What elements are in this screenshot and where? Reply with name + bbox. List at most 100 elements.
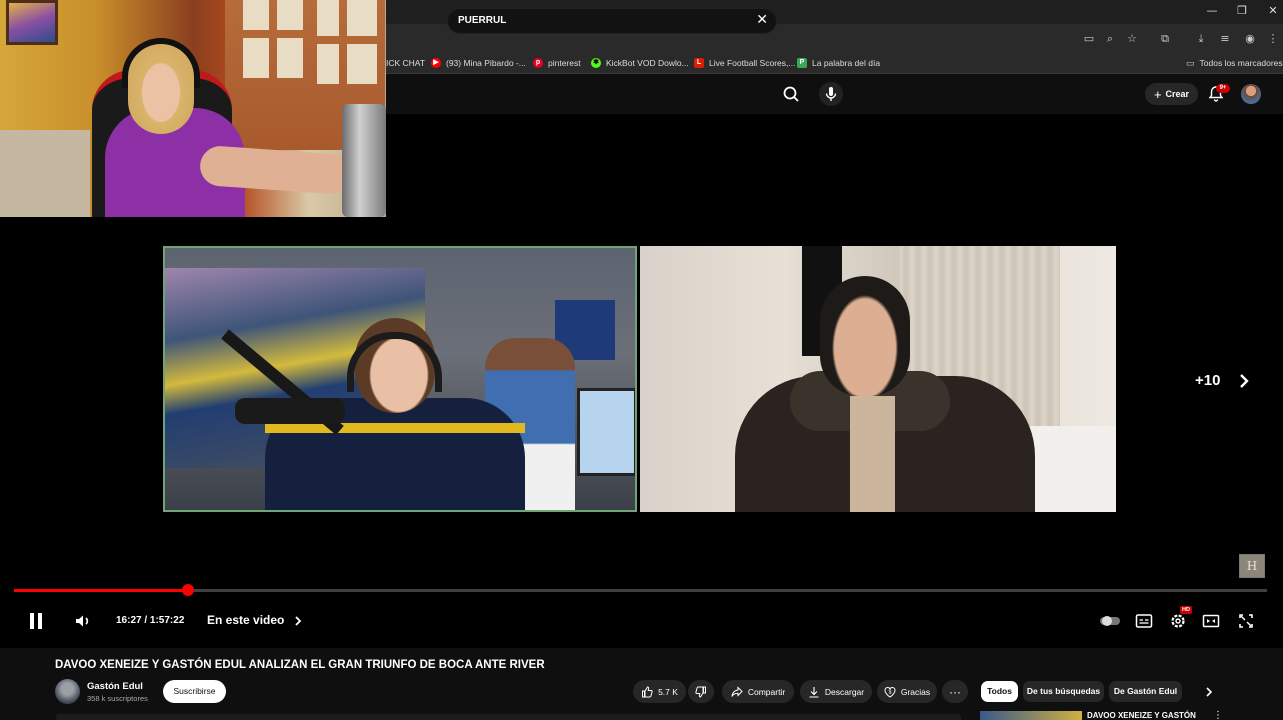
shelf bbox=[0, 130, 90, 217]
search-input[interactable]: PUERRUL ✕ bbox=[447, 8, 777, 34]
download-label: Descargar bbox=[824, 686, 865, 697]
clear-search-icon[interactable]: ✕ bbox=[756, 12, 768, 28]
framed-jersey bbox=[577, 388, 635, 476]
chevron-right-icon[interactable] bbox=[1201, 682, 1217, 702]
progress-bar[interactable] bbox=[14, 589, 1267, 592]
time-display: 16:27 / 1:57:22 bbox=[116, 615, 185, 626]
super-thanks-icon: $ bbox=[884, 686, 896, 698]
folder-icon: ▭ bbox=[1186, 57, 1195, 68]
livescore-icon: L bbox=[694, 58, 704, 68]
like-count: 5.7 K bbox=[658, 686, 678, 697]
microphone bbox=[235, 398, 345, 424]
chevron-right-icon[interactable] bbox=[291, 611, 305, 631]
account-avatar[interactable] bbox=[1241, 84, 1261, 104]
channel-watermark-logo: H bbox=[1239, 554, 1265, 578]
create-label: Crear bbox=[1165, 89, 1190, 99]
share-button[interactable]: Compartir bbox=[722, 680, 794, 703]
shirt bbox=[850, 396, 895, 512]
autoplay-toggle[interactable] bbox=[1099, 611, 1121, 631]
notifications-badge: 9+ bbox=[1216, 84, 1230, 93]
chip-from-channel[interactable]: De Gastón Edul bbox=[1109, 681, 1182, 702]
wall-painting bbox=[6, 0, 58, 45]
bookmark-item[interactable]: L Live Football Scores,... bbox=[694, 56, 795, 70]
channel-name[interactable]: Gastón Edul bbox=[87, 681, 143, 692]
extensions-icon[interactable]: ⧉ bbox=[1157, 31, 1173, 47]
hd-badge: HD bbox=[1180, 606, 1192, 614]
more-participants-count: +10 bbox=[1195, 372, 1221, 389]
create-button[interactable]: + Crear bbox=[1145, 83, 1198, 105]
person-right-head bbox=[820, 276, 910, 396]
settings-gear-icon[interactable] bbox=[1169, 611, 1187, 631]
chapters-button[interactable]: En este video bbox=[207, 613, 284, 627]
close-window-icon[interactable]: ✕ bbox=[1261, 3, 1283, 19]
bookmark-star-icon[interactable]: ☆ bbox=[1124, 31, 1140, 47]
headset bbox=[122, 38, 200, 88]
download-button[interactable]: Descargar bbox=[800, 680, 872, 703]
minimize-icon[interactable]: — bbox=[1200, 3, 1224, 19]
call-panel-right bbox=[640, 246, 1116, 512]
pause-icon[interactable] bbox=[26, 611, 46, 631]
thanks-label: Gracias bbox=[900, 686, 931, 697]
kickbot-icon: ✱ bbox=[591, 58, 601, 68]
bookmark-label: pinterest bbox=[548, 58, 581, 68]
chapters-label: En este video bbox=[207, 613, 285, 627]
bookmark-label: KickBot VOD Dowlo... bbox=[606, 58, 689, 68]
progress-scrubber[interactable] bbox=[182, 584, 194, 596]
recommended-title[interactable]: DAVOO XENEIZE Y GASTÓN bbox=[1087, 711, 1196, 720]
video-title: DAVOO XENEIZE Y GASTÓN EDUL ANALIZAN EL … bbox=[55, 659, 545, 671]
browser-menu-icon[interactable]: ⋮ bbox=[1265, 31, 1281, 47]
microphone-icon[interactable] bbox=[819, 82, 843, 106]
bookmark-label: La palabra del día bbox=[812, 58, 881, 68]
call-panel-left bbox=[163, 246, 637, 512]
bookmark-label: Todos los marcadores bbox=[1199, 58, 1283, 68]
search-icon[interactable] bbox=[779, 82, 803, 106]
zoom-icon[interactable]: ⌕ bbox=[1102, 31, 1118, 47]
plus-icon: + bbox=[1153, 86, 1162, 102]
svg-text:$: $ bbox=[888, 689, 891, 695]
fullscreen-icon[interactable] bbox=[1237, 611, 1255, 631]
youtube-icon: ▶ bbox=[431, 58, 441, 68]
subscribe-button[interactable]: Suscribirse bbox=[163, 680, 226, 703]
download-icon bbox=[808, 686, 820, 698]
thanks-button[interactable]: $ Gracias bbox=[877, 680, 937, 703]
pinterest-icon: p bbox=[533, 58, 543, 68]
bookmark-item[interactable]: P La palabra del día bbox=[797, 56, 880, 70]
like-button[interactable]: 5.7 K bbox=[633, 680, 686, 703]
cast-icon[interactable]: ▭ bbox=[1081, 31, 1097, 47]
restore-icon[interactable]: ❐ bbox=[1230, 3, 1254, 19]
subscriber-count: 358 k suscriptores bbox=[87, 694, 148, 703]
chevron-right-icon[interactable] bbox=[1236, 372, 1252, 390]
p-icon: P bbox=[797, 58, 807, 68]
chip-from-searches[interactable]: De tus búsquedas bbox=[1023, 681, 1104, 702]
description-box-edge bbox=[56, 714, 961, 720]
dislike-button[interactable] bbox=[688, 680, 714, 703]
theater-mode-icon[interactable] bbox=[1202, 611, 1220, 631]
thumbs-up-icon bbox=[641, 685, 653, 698]
bookmark-label: Live Football Scores,... bbox=[709, 58, 796, 68]
bookmark-item[interactable]: p pinterest bbox=[533, 56, 581, 70]
bookmark-label: (93) Mina Pibardo -... bbox=[446, 58, 526, 68]
media-control-icon[interactable]: ≡ bbox=[1217, 31, 1233, 47]
search-query: PUERRUL bbox=[458, 15, 507, 26]
progress-played bbox=[14, 589, 188, 592]
bookmark-label: ICK CHAT bbox=[386, 58, 426, 68]
share-icon bbox=[731, 685, 743, 698]
thumbs-down-icon bbox=[695, 686, 707, 698]
jersey-stripe bbox=[265, 423, 525, 433]
recommended-menu-icon[interactable]: ⋮ bbox=[1213, 710, 1223, 720]
chip-all[interactable]: Todos bbox=[981, 681, 1018, 702]
more-actions-icon[interactable]: ··· bbox=[942, 680, 968, 703]
bookmark-item[interactable]: ✱ KickBot VOD Dowlo... bbox=[591, 56, 689, 70]
thermos bbox=[342, 104, 386, 217]
bookmark-item[interactable]: ▶ (93) Mina Pibardo -... bbox=[431, 56, 526, 70]
downloads-icon[interactable]: ⤓ bbox=[1193, 31, 1209, 47]
volume-icon[interactable] bbox=[73, 611, 93, 631]
subtitles-icon[interactable] bbox=[1135, 611, 1153, 631]
channel-avatar[interactable] bbox=[55, 679, 80, 704]
bookmark-item[interactable]: ICK CHAT bbox=[386, 56, 425, 70]
recommended-thumbnail[interactable] bbox=[980, 711, 1082, 720]
profile-icon[interactable]: ◉ bbox=[1242, 31, 1258, 47]
streamer-webcam bbox=[0, 0, 386, 217]
share-label: Compartir bbox=[747, 686, 786, 697]
all-bookmarks-folder[interactable]: ▭ Todos los marcadores bbox=[1186, 56, 1283, 70]
